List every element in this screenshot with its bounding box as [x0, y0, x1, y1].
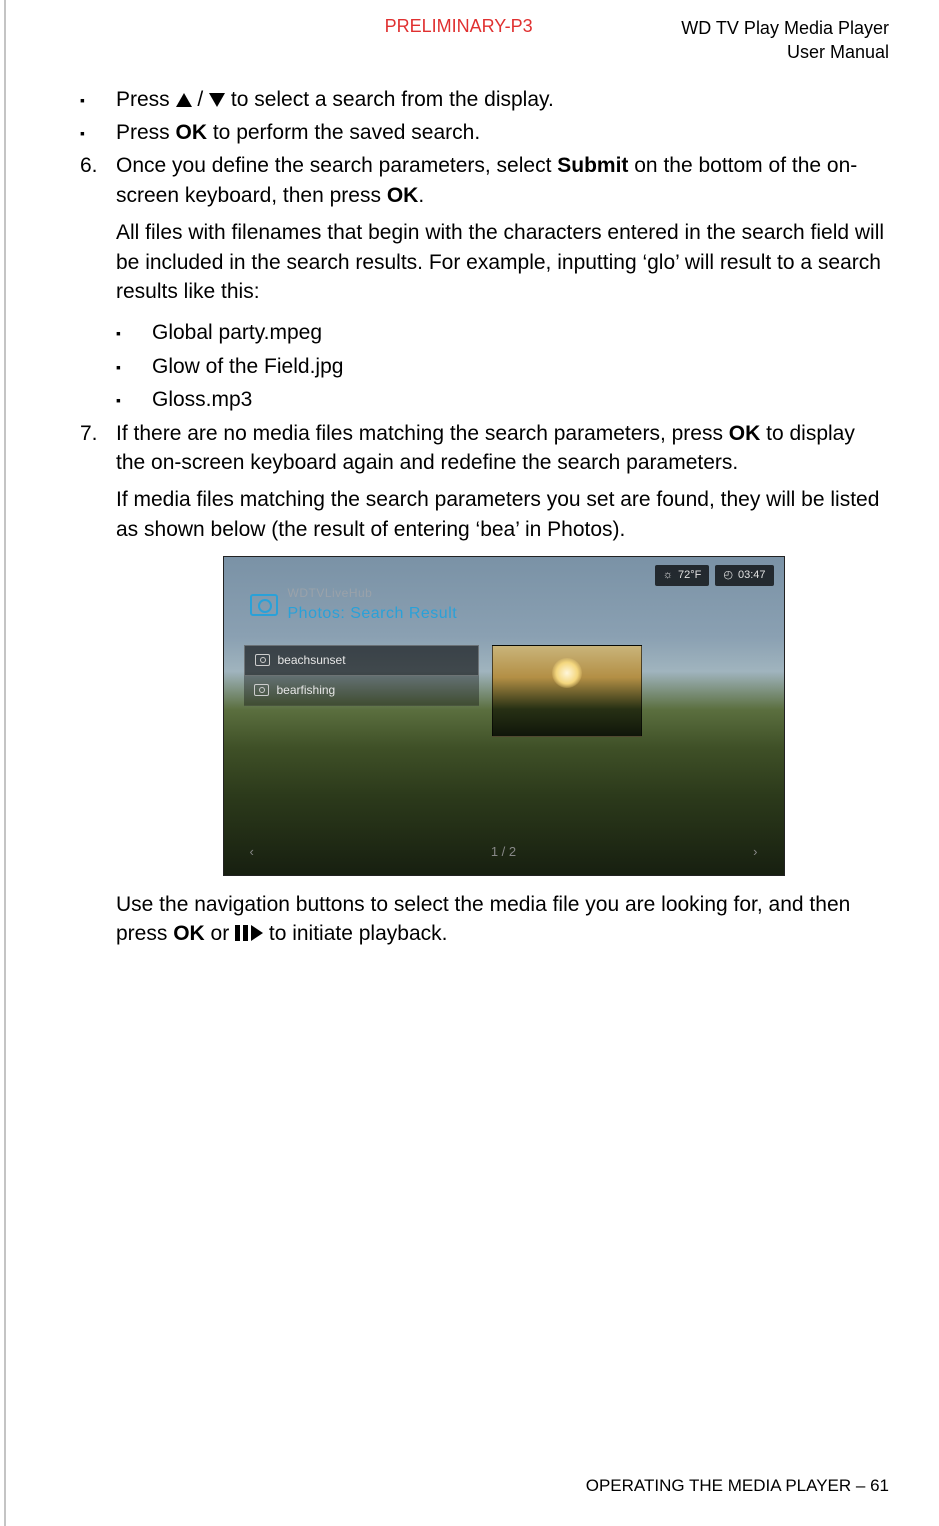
camera-icon: [250, 594, 278, 616]
preview-thumbnail: [492, 645, 642, 737]
list-item-label: beachsunset: [278, 652, 346, 669]
page-header: PRELIMINARY-P3 WD TV Play Media Player U…: [56, 16, 889, 65]
screenshot-figure: ☼ 72°F ◴ 03:47 WDTVLiveHub: [223, 556, 783, 876]
next-page-icon[interactable]: ›: [753, 843, 757, 861]
page-footer: OPERATING THE MEDIA PLAYER – 61: [586, 1476, 889, 1496]
document-type: User Manual: [681, 40, 889, 64]
instruction-text: Use the navigation buttons to select the…: [116, 890, 889, 949]
photo-icon: [254, 684, 269, 696]
bullet-icon: ▪: [80, 118, 116, 147]
list-item[interactable]: bearfishing: [244, 676, 479, 706]
clock-chip: ◴ 03:47: [715, 565, 773, 586]
bullet-icon: ▪: [116, 318, 152, 347]
list-item[interactable]: beachsunset: [244, 645, 479, 676]
instruction-text: If there are no media files matching the…: [116, 419, 889, 478]
example-filename: Gloss.mp3: [152, 385, 889, 414]
clock-icon: ◴: [723, 568, 733, 583]
instruction-text: If media files matching the search param…: [116, 485, 889, 544]
pause-play-icon: [235, 925, 263, 941]
bullet-icon: ▪: [116, 352, 152, 381]
instruction-text: Press OK to perform the saved search.: [116, 118, 889, 147]
weather-chip: ☼ 72°F: [655, 565, 709, 586]
sun-icon: ☼: [663, 568, 673, 583]
screen-title: Photos: Search Result: [288, 603, 458, 625]
result-list: beachsunset bearfishing: [244, 645, 479, 706]
watermark-text: PRELIMINARY-P3: [385, 16, 533, 36]
step-number: 6.: [80, 151, 116, 314]
example-filename: Global party.mpeg: [152, 318, 889, 347]
bullet-icon: ▪: [116, 385, 152, 414]
sun-graphic: [552, 658, 582, 688]
step-number: 7.: [80, 419, 116, 957]
up-arrow-icon: [176, 93, 192, 107]
example-filename: Glow of the Field.jpg: [152, 352, 889, 381]
source-label: WDTVLiveHub: [288, 585, 458, 602]
photo-icon: [255, 654, 270, 666]
down-arrow-icon: [209, 93, 225, 107]
page-counter: 1 / 2: [254, 843, 753, 861]
product-name: WD TV Play Media Player: [681, 16, 889, 40]
instruction-text: Once you define the search parameters, s…: [116, 151, 889, 210]
body-content: ▪ Press / to select a search from the di…: [80, 85, 889, 957]
list-item-label: bearfishing: [277, 682, 336, 699]
instruction-text: Press / to select a search from the disp…: [116, 85, 889, 114]
instruction-text: All files with filenames that begin with…: [116, 218, 889, 306]
tv-screenshot: ☼ 72°F ◴ 03:47 WDTVLiveHub: [223, 556, 785, 876]
bullet-icon: ▪: [80, 85, 116, 114]
